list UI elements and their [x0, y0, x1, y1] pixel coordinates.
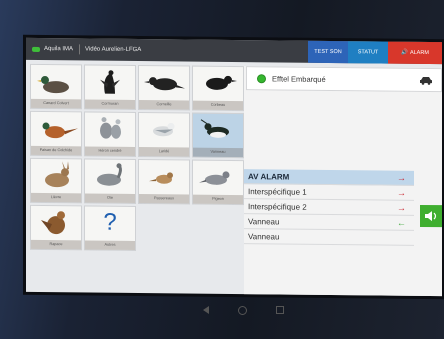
car-icon	[420, 76, 432, 85]
sound-list-item[interactable]: Interspécifique 2 →	[244, 199, 414, 216]
species-grid: Canard Colvert Cormoran Corneille Corbea…	[30, 63, 244, 294]
species-label: Canard Colvert	[31, 98, 81, 109]
play-sound-button[interactable]	[420, 204, 442, 228]
sparrow-icon	[149, 172, 173, 184]
duck-icon	[37, 76, 69, 94]
species-tile-lievre[interactable]: Lièvre	[30, 157, 82, 204]
test-sound-button[interactable]: TEST SON	[308, 40, 348, 64]
species-tile-corneille[interactable]: Corneille	[138, 64, 190, 111]
alarm-label: ALARM	[409, 49, 429, 57]
sound-list-item-label: Vanneau	[248, 231, 280, 241]
species-tile-heron[interactable]: Héron cendré	[84, 111, 136, 157]
sound-list-item-label: Vanneau	[248, 216, 280, 226]
lapwing-icon	[200, 119, 229, 138]
species-tile-pigeon[interactable]: Pigeon	[192, 159, 244, 206]
species-label: Corbeau	[193, 100, 243, 111]
recents-icon[interactable]	[275, 306, 284, 314]
species-tile-autres[interactable]: ? Autres	[84, 205, 136, 251]
tablet-screen: Aquila IMA Vidéo Aurelien-LFGA TEST SON …	[26, 37, 442, 297]
species-tile-passereaux[interactable]: Passereaux	[138, 158, 190, 205]
crow-icon	[144, 77, 185, 91]
home-icon[interactable]	[237, 305, 247, 315]
android-nav-bar	[188, 304, 298, 316]
detection-panel: Efftel Embarqué AV ALARM → Interspécifiq…	[244, 66, 442, 297]
species-label: Cormoran	[85, 99, 135, 109]
back-icon[interactable]	[202, 306, 209, 314]
species-tile-canard[interactable]: Canard Colvert	[30, 63, 82, 110]
gull-icon	[153, 122, 175, 137]
species-label: Rapace	[31, 239, 81, 250]
sound-list-item[interactable]: Vanneau	[244, 229, 414, 246]
heron-icon	[100, 117, 121, 139]
species-tile-rapace[interactable]: Rapace	[30, 204, 82, 251]
species-label: Héron cendré	[85, 146, 135, 156]
status-label: Efftel Embarqué	[272, 73, 326, 84]
species-label: Vanneau	[193, 147, 243, 158]
cormorant-icon	[100, 70, 120, 94]
species-label: Oie	[85, 193, 135, 203]
pigeon-icon	[199, 171, 230, 185]
sound-list-header[interactable]: AV ALARM →	[244, 169, 414, 186]
species-label: Passereaux	[139, 194, 189, 204]
sound-list-item-label: Interspécifique 2	[248, 201, 307, 212]
species-tile-oie[interactable]: Oie	[84, 158, 136, 204]
left-arrow-icon: ←	[397, 217, 406, 228]
alarm-button[interactable]: 🔊 ALARM	[388, 41, 442, 65]
species-label: Lièvre	[31, 192, 81, 203]
right-arrow-icon: →	[397, 202, 406, 213]
raptor-icon	[41, 211, 65, 235]
sound-list-item[interactable]: Vanneau ←	[244, 214, 414, 231]
species-tile-faisan[interactable]: Faisan de Colchide	[30, 110, 82, 157]
right-arrow-icon: →	[397, 187, 406, 198]
species-label: Laridé	[139, 147, 189, 157]
sound-list-item[interactable]: Interspécifique 1 →	[244, 184, 414, 201]
status-row[interactable]: Efftel Embarqué	[246, 66, 442, 93]
status-button[interactable]: STATUT	[348, 41, 388, 64]
species-tile-laride[interactable]: Laridé	[138, 111, 190, 158]
status-indicator-icon	[257, 73, 266, 83]
sound-list-header-label: AV ALARM	[248, 171, 290, 182]
species-label: Corneille	[139, 100, 189, 110]
species-tile-cormoran[interactable]: Cormoran	[84, 64, 136, 110]
question-mark-icon: ?	[103, 208, 117, 236]
raven-icon	[206, 75, 237, 90]
species-tile-vanneau[interactable]: Vanneau	[192, 112, 244, 159]
species-tile-corbeau[interactable]: Corbeau	[192, 65, 244, 112]
sound-list-item-label: Interspécifique 1	[248, 186, 307, 197]
right-arrow-icon: →	[397, 172, 406, 183]
app-name: Aquila IMA	[44, 46, 74, 53]
connection-indicator-icon	[32, 46, 40, 52]
speaker-icon: 🔊	[401, 49, 408, 56]
species-label: Pigeon	[193, 194, 243, 205]
species-label: Faisan de Colchide	[31, 145, 81, 156]
species-label: Autres	[85, 240, 135, 250]
sound-list: AV ALARM → Interspécifique 1 → Interspéc…	[244, 169, 414, 246]
hare-icon	[45, 161, 69, 188]
goose-icon	[97, 163, 122, 186]
divider	[79, 44, 81, 55]
speaker-icon	[425, 211, 437, 222]
top-bar: Aquila IMA Vidéo Aurelien-LFGA TEST SON …	[26, 37, 442, 65]
user-name: Vidéo Aurelien-LFGA	[85, 46, 142, 54]
pheasant-icon	[42, 122, 78, 139]
